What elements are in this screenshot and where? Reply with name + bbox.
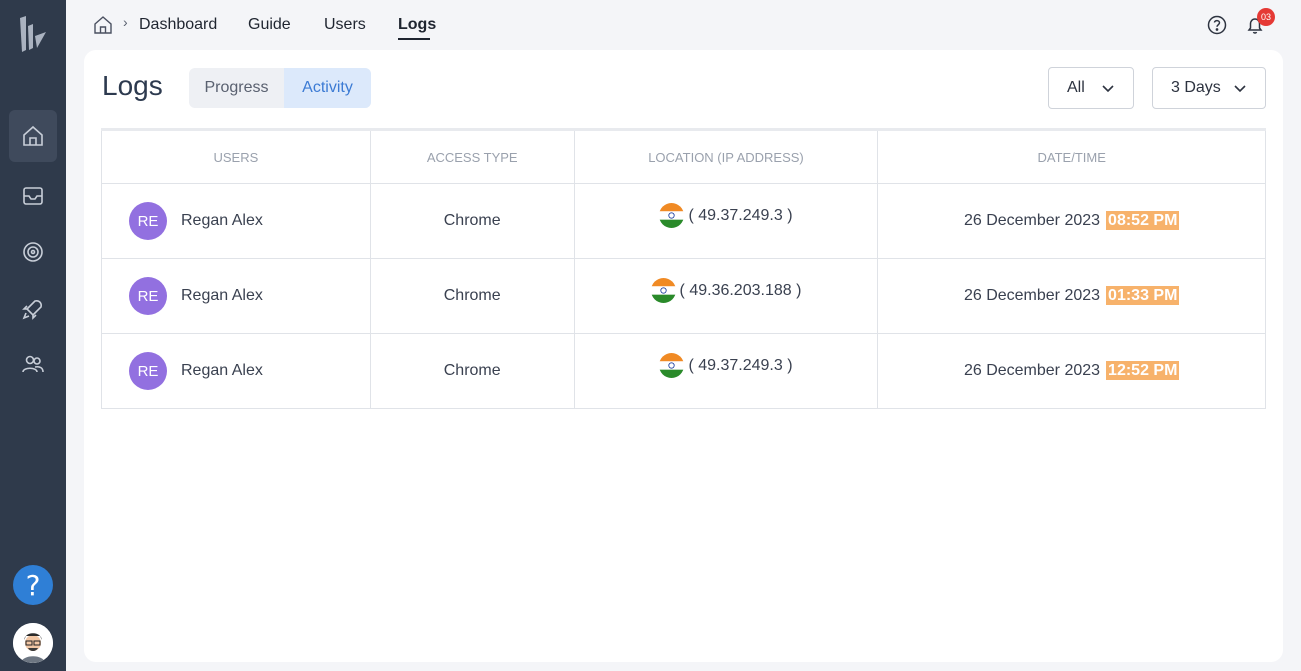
ip-address: ( 49.37.249.3 )	[688, 356, 793, 374]
home-icon	[23, 125, 43, 146]
user-cell: RE Regan Alex	[101, 333, 371, 409]
user-avatar: RE	[129, 352, 167, 390]
column-header-users: USERS	[101, 129, 371, 184]
log-time: 08:52 PM	[1106, 211, 1180, 230]
datetime-cell: 26 December 2023 08:52 PM	[877, 183, 1266, 259]
active-tab-underline	[398, 38, 430, 40]
breadcrumb-dashboard[interactable]: Dashboard	[139, 16, 217, 34]
table-row[interactable]: RE Regan Alex Chrome ( 49.37.249.3 ) 26 …	[101, 183, 1266, 259]
ip-address: ( 49.37.249.3 )	[688, 206, 793, 224]
location-cell: ( 49.37.249.3 )	[573, 333, 879, 409]
notification-badge: 03	[1257, 8, 1275, 26]
brand-logo[interactable]	[17, 14, 49, 54]
logs-table: USERS ACCESS TYPE LOCATION (IP ADDRESS) …	[101, 128, 1266, 409]
table-header-row: USERS ACCESS TYPE LOCATION (IP ADDRESS) …	[101, 129, 1266, 184]
user-name: Regan Alex	[181, 212, 263, 229]
datetime-cell: 26 December 2023 01:33 PM	[877, 258, 1266, 334]
main-panel: Logs Progress Activity All 3 Days USERS …	[84, 50, 1283, 662]
log-date: 26 December 2023	[963, 287, 1101, 304]
user-avatar-icon	[13, 623, 53, 663]
home-icon[interactable]	[93, 15, 113, 35]
user-cell: RE Regan Alex	[101, 258, 371, 334]
filter-type-value: All	[1067, 79, 1085, 96]
target-icon	[23, 242, 43, 262]
top-bar: › Dashboard Guide Users Logs 03	[66, 0, 1301, 50]
log-time: 12:52 PM	[1106, 361, 1180, 380]
india-flag-icon	[650, 278, 676, 303]
users-icon	[22, 355, 44, 373]
sidebar-item-launch[interactable]	[9, 283, 57, 335]
access-type-cell: Chrome	[369, 333, 575, 409]
sidebar-item-users[interactable]	[9, 338, 57, 390]
help-circle-icon[interactable]	[1207, 15, 1227, 35]
user-avatar: RE	[129, 202, 167, 240]
chevron-right-icon: ›	[123, 14, 128, 30]
ip-address: ( 49.36.203.188 )	[679, 281, 802, 299]
help-button[interactable]: ?	[13, 565, 53, 605]
log-date: 26 December 2023	[963, 362, 1101, 379]
chevron-down-icon	[1102, 85, 1114, 93]
column-header-datetime: DATE/TIME	[877, 129, 1266, 184]
table-row[interactable]: RE Regan Alex Chrome ( 49.36.203.188 ) 2…	[101, 258, 1266, 334]
profile-avatar[interactable]	[13, 623, 53, 663]
filter-type-dropdown[interactable]: All	[1048, 67, 1134, 109]
rocket-icon	[22, 300, 42, 320]
user-avatar: RE	[129, 277, 167, 315]
breadcrumb-guide[interactable]: Guide	[248, 16, 291, 34]
location-cell: ( 49.36.203.188 )	[573, 258, 879, 334]
user-cell: RE Regan Alex	[101, 183, 371, 259]
page-title: Logs	[102, 70, 163, 101]
access-type-cell: Chrome	[369, 258, 575, 334]
log-date: 26 December 2023	[963, 212, 1101, 229]
sidebar-item-inbox[interactable]	[9, 170, 57, 222]
column-header-location: LOCATION (IP ADDRESS)	[573, 129, 879, 184]
filter-range-value: 3 Days	[1171, 79, 1221, 96]
column-header-access-type: ACCESS TYPE	[369, 129, 575, 184]
log-time: 01:33 PM	[1106, 286, 1180, 305]
access-type-cell: Chrome	[369, 183, 575, 259]
question-icon: ?	[25, 568, 41, 602]
india-flag-icon	[659, 353, 685, 378]
datetime-cell: 26 December 2023 12:52 PM	[877, 333, 1266, 409]
india-flag-icon	[659, 203, 685, 228]
sidebar-item-home[interactable]	[9, 110, 57, 162]
inbox-icon	[23, 187, 43, 205]
breadcrumb-users[interactable]: Users	[324, 16, 366, 34]
user-name: Regan Alex	[181, 287, 263, 304]
filter-range-dropdown[interactable]: 3 Days	[1152, 67, 1266, 109]
tab-progress[interactable]: Progress	[189, 68, 284, 108]
view-toggle: Progress Activity	[189, 68, 371, 108]
breadcrumb-logs[interactable]: Logs	[398, 16, 436, 34]
user-name: Regan Alex	[181, 362, 263, 379]
table-row[interactable]: RE Regan Alex Chrome ( 49.37.249.3 ) 26 …	[101, 333, 1266, 409]
chevron-down-icon	[1234, 85, 1246, 93]
sidebar-item-targets[interactable]	[9, 226, 57, 278]
tab-activity[interactable]: Activity	[284, 68, 371, 108]
sidebar: ?	[0, 0, 66, 671]
location-cell: ( 49.37.249.3 )	[573, 183, 879, 259]
